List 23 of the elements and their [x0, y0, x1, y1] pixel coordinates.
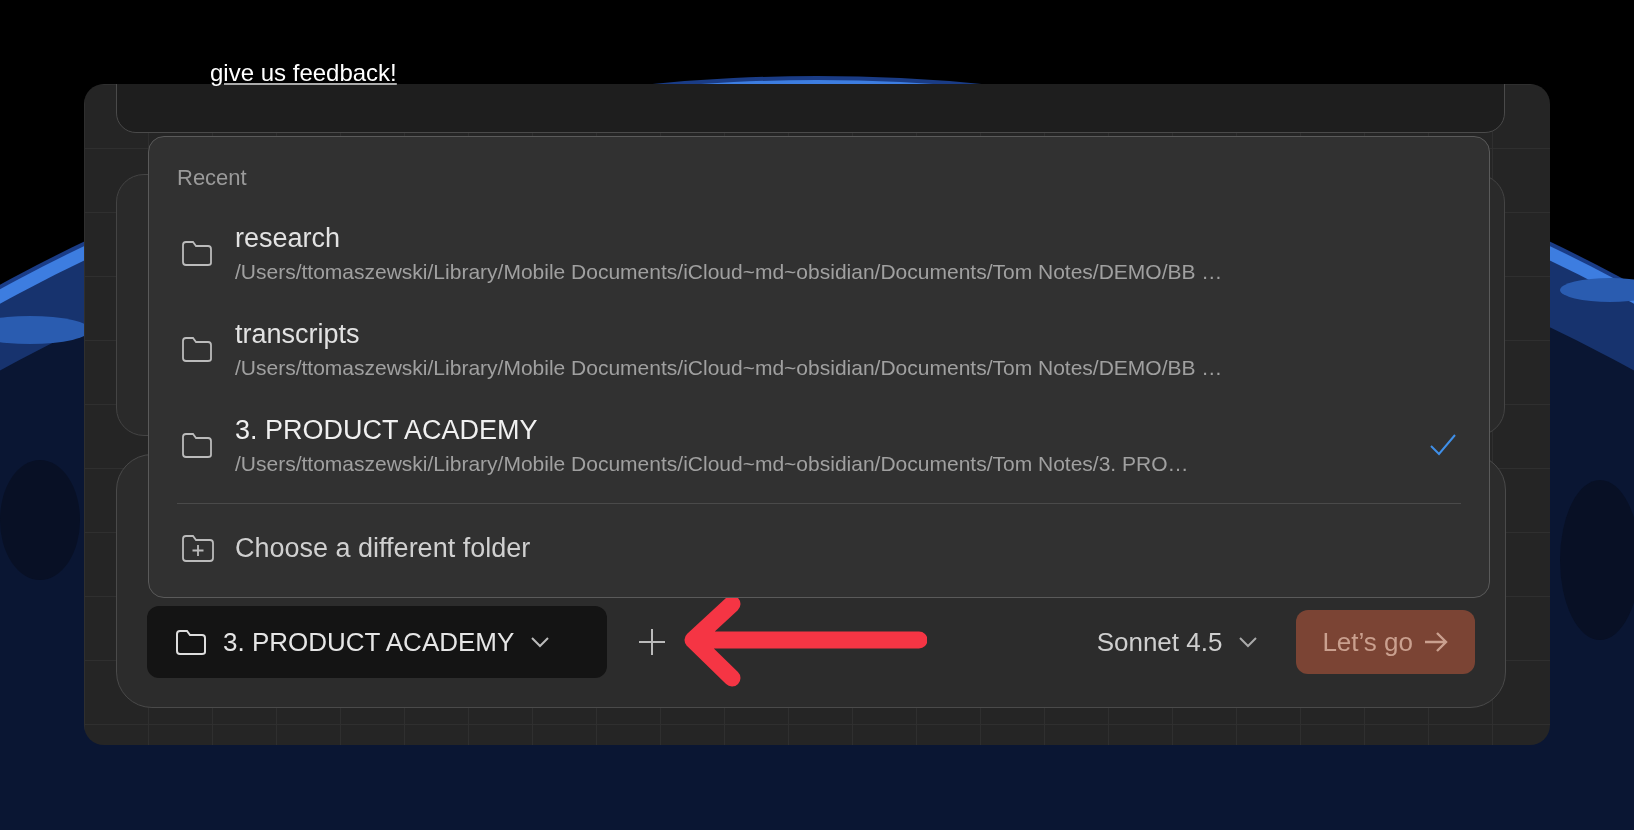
folder-path: /Users/ttomaszewski/Library/Mobile Documents/iCloud~md~obsidian/Documents/Tom Notes/3. PRO… [235, 451, 1190, 476]
menu-heading: Recent [177, 165, 248, 191]
folder-name: 3. PRODUCT ACADEMY [235, 414, 539, 446]
arrow-right-icon [1423, 631, 1449, 653]
folder-icon [181, 431, 213, 459]
model-selector[interactable]: Sonnet 4.5 [1086, 626, 1269, 658]
folder-icon [181, 335, 213, 363]
folder-plus-icon [181, 533, 215, 563]
folder-path: /Users/ttomaszewski/Library/Mobile Documents/iCloud~md~obsidian/Documents/Tom Notes/DEMO/BB … [235, 355, 1224, 380]
chevron-down-icon [530, 636, 551, 648]
folder-icon [175, 628, 207, 656]
chevron-down-icon [1238, 636, 1259, 648]
folder-selector[interactable]: 3. PRODUCT ACADEMY [147, 606, 607, 678]
folder-icon [181, 239, 213, 267]
folder-item[interactable]: 3. PRODUCT ACADEMY /Users/ttomaszewski/Library/Mobile Documents/iCloud~md~obsidian/Documents/Tom Notes/3. PRO… [177, 397, 1461, 493]
plus-icon[interactable] [637, 627, 667, 657]
folder-item[interactable]: transcripts /Users/ttomaszewski/Library/Mobile Documents/iCloud~md~obsidian/Documents/Tom Notes/DEMO/BB … [177, 301, 1461, 397]
folder-item[interactable]: research /Users/ttomaszewski/Library/Mobile Documents/iCloud~md~obsidian/Documents/Tom Notes/DEMO/BB … [177, 205, 1461, 301]
folder-name: research [235, 222, 342, 254]
choose-folder-option[interactable]: Choose a different folder [177, 504, 1461, 592]
folder-name: transcripts [235, 318, 361, 350]
folder-path: /Users/ttomaszewski/Library/Mobile Documents/iCloud~md~obsidian/Documents/Tom Notes/DEMO/BB … [235, 259, 1224, 284]
feedback-link[interactable]: give us feedback! [210, 58, 397, 88]
